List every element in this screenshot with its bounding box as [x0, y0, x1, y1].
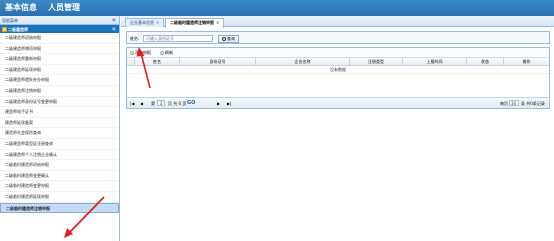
- sidebar-item-temp-cancel[interactable]: 二级临时建造师注销申报: [0, 202, 119, 214]
- column-actions[interactable]: 操作: [504, 58, 549, 66]
- column-report-time[interactable]: 上报时间: [403, 58, 467, 66]
- refresh-button[interactable]: 刷新: [160, 50, 173, 56]
- column-status[interactable]: 状态: [467, 58, 504, 66]
- grid-header: 姓名 身份证号 企业名称 注册类型 上报时间 状态 操作: [127, 58, 549, 66]
- tab-company-info[interactable]: 企业基本信息 ×: [125, 18, 165, 27]
- sidebar-item-temp-change[interactable]: 二级临时建造师变更申报: [0, 181, 119, 192]
- last-page-icon[interactable]: ▶|: [227, 101, 231, 106]
- sidebar: 导航菜单 « 二级建造师 « 二级建造师初始申报 二级建造师增项申报 二级建造师…: [0, 16, 120, 241]
- refresh-icon: [160, 51, 164, 55]
- folder-icon: [2, 26, 7, 32]
- collapse-icon[interactable]: «: [112, 16, 116, 24]
- sidebar-item-temp-change-confirm[interactable]: 二级临时建造师变更确认: [0, 171, 119, 182]
- sidebar-title: 导航菜单: [2, 18, 18, 23]
- add-icon: [130, 51, 134, 55]
- name-label: 姓名:: [130, 36, 140, 41]
- tab-temp-cancel[interactable]: 二级临时建造师注销申报 ×: [165, 18, 225, 28]
- sidebar-header: 导航菜单 «: [0, 16, 119, 25]
- tab-label: 二级临时建造师注销申报: [170, 20, 214, 25]
- main-panel: 企业基本信息× 二级临时建造师注销申报× 姓名: 查询 添加申报 刷新 姓名 身…: [121, 16, 554, 241]
- top-nav-bar: 基本信息 人员管理: [0, 0, 554, 16]
- nav-basic-info[interactable]: 基本信息: [5, 3, 37, 13]
- collapse-icon[interactable]: «: [112, 25, 116, 33]
- sidebar-item-temp-initial[interactable]: 二级临时建造师初始申报: [0, 160, 119, 171]
- query-button[interactable]: 查询: [218, 34, 239, 43]
- sidebar-group-label: 二级建造师: [8, 27, 28, 32]
- search-input[interactable]: [143, 35, 213, 42]
- first-page-icon[interactable]: |◀: [130, 101, 134, 106]
- sidebar-item-reregister[interactable]: 二级建造师重新申报: [0, 54, 119, 65]
- sidebar-item-personal-cancel-confirm[interactable]: 二级建造师个人注销企业确认: [0, 150, 119, 161]
- checkbox-column: [127, 58, 135, 66]
- sidebar-item-cert-query[interactable]: 二级建造师类型证注册查询: [0, 139, 119, 150]
- prev-page-icon[interactable]: ◀: [140, 101, 143, 106]
- sidebar-item-cancel[interactable]: 二级建造师注销申报: [0, 86, 119, 97]
- sidebar-item-initial[interactable]: 二级建造师初始申报: [0, 33, 119, 44]
- nav-personnel-management[interactable]: 人员管理: [48, 3, 80, 13]
- next-page-icon[interactable]: ▶: [217, 101, 220, 106]
- page-number-input[interactable]: 1: [157, 100, 165, 106]
- page-count-text: 页 共 0 页: [168, 101, 187, 106]
- sidebar-item-lost-reissue[interactable]: 二级建造师遗失补办申报: [0, 75, 119, 86]
- close-icon[interactable]: ×: [216, 20, 219, 25]
- sidebar-item-social-insurance[interactable]: 建造师社会保险查询: [0, 128, 119, 139]
- per-page-input[interactable]: 30: [509, 100, 519, 106]
- close-icon[interactable]: ×: [156, 20, 159, 25]
- go-button[interactable]: GO: [187, 100, 195, 106]
- sidebar-item-id-change[interactable]: 二级建造师身份证号变更申报: [0, 97, 119, 108]
- per-page-label: 每页: [500, 101, 508, 106]
- pagination-bar: |◀ ◀ 第 1 页 共 0 页 GO ▶ ▶| 每页 30 条 共0条记录: [127, 97, 549, 108]
- sidebar-item-add[interactable]: 二级建造师增项申报: [0, 44, 119, 55]
- total-records-text: 条 共0条记录: [521, 101, 545, 106]
- column-register-type[interactable]: 注册类型: [350, 58, 403, 66]
- tab-strip: 企业基本信息 × 二级临时建造师注销申报 ×: [121, 16, 554, 28]
- page-prefix: 第: [151, 101, 155, 106]
- column-name[interactable]: 姓名: [135, 58, 180, 66]
- column-company[interactable]: 企业名称: [256, 58, 350, 66]
- sidebar-item-renewal[interactable]: 二级建造师延续申报: [0, 65, 119, 76]
- grid-toolbar: 添加申报 刷新: [127, 48, 549, 58]
- sidebar-item-e-certificate[interactable]: 建造师电子证书: [0, 107, 119, 118]
- tab-label: 企业基本信息: [130, 20, 154, 25]
- sidebar-item-renewal-record[interactable]: 建造师延续备案: [0, 118, 119, 129]
- column-id-number[interactable]: 身份证号: [180, 58, 256, 66]
- add-report-button[interactable]: 添加申报: [130, 50, 151, 56]
- sidebar-item-temp-renewal[interactable]: 二级临时建造师延续申报: [0, 192, 119, 203]
- data-grid: 添加申报 刷新 姓名 身份证号 企业名称 注册类型 上报时间 状态 操作 没有数…: [126, 47, 550, 109]
- empty-message: 没有数据: [127, 66, 549, 74]
- search-bar: 姓名: 查询: [126, 31, 550, 44]
- search-icon: [222, 36, 226, 41]
- sidebar-group-header[interactable]: 二级建造师 «: [0, 25, 119, 33]
